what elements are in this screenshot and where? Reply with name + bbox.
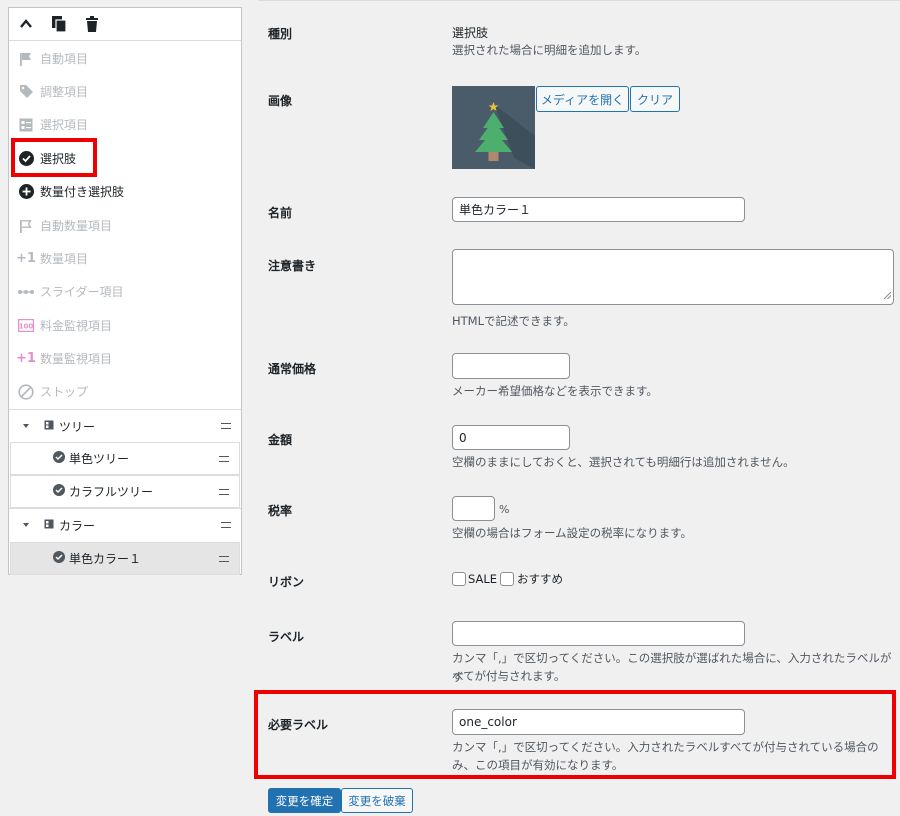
trash-icon[interactable]	[85, 16, 99, 32]
palette-item-label: ストップ	[40, 385, 89, 399]
image-label: 画像	[268, 94, 293, 108]
caret-down-icon[interactable]	[23, 523, 29, 527]
tree-group-label: カラー	[59, 518, 96, 533]
tree-item-label: 単色カラー１	[69, 552, 142, 566]
tag-description-line2: べてが付与されます。	[452, 669, 566, 683]
highlight-box-required-label	[254, 690, 896, 779]
tree-item-colorful-tree[interactable]: カラフルツリー	[10, 475, 240, 508]
palette-item-slider[interactable]: スライダー項目	[9, 275, 241, 308]
group-icon	[44, 518, 54, 532]
palette-item-label: スライダー項目	[40, 285, 124, 299]
regular-price-description: メーカー希望価格などを表示できます。	[452, 384, 658, 398]
tax-input[interactable]	[452, 496, 495, 521]
amount-description: 空欄のままにしておくと、選択されても明細行は追加されません。	[452, 455, 795, 469]
type-value: 選択肢	[452, 26, 489, 40]
counter-icon: 100	[18, 318, 34, 334]
discard-changes-button[interactable]: 変更を破棄	[341, 788, 413, 813]
resize-grip-icon[interactable]	[883, 288, 892, 302]
tree-item-label: 単色ツリー	[69, 452, 130, 466]
palette-item-label: 自動数量項目	[40, 219, 113, 233]
amount-label: 金額	[268, 433, 293, 447]
check-circle-icon	[53, 451, 65, 466]
tag-label: ラベル	[268, 630, 305, 644]
clear-image-button[interactable]: クリア	[630, 86, 680, 112]
image-thumbnail[interactable]	[452, 86, 535, 169]
palette-item-label: 料金監視項目	[40, 319, 113, 333]
palette-item-auto-quantity[interactable]: 自動数量項目	[9, 209, 241, 242]
note-textarea[interactable]	[452, 249, 894, 305]
panel-toolbar	[9, 8, 241, 41]
tag-input[interactable]	[452, 621, 745, 646]
slider-icon	[18, 284, 34, 300]
palette-item-auto[interactable]: 自動項目	[9, 42, 241, 75]
tag-icon	[18, 84, 34, 100]
palette-item-label: 自動項目	[40, 52, 89, 66]
stop-icon	[18, 383, 34, 400]
tree-item-single-tree[interactable]: 単色ツリー	[10, 442, 240, 475]
check-circle-icon	[53, 551, 65, 566]
plus-circle-icon	[18, 184, 34, 200]
tree-item-single-color[interactable]: 単色カラー１	[10, 542, 240, 575]
open-media-button[interactable]: メディアを開く	[536, 86, 629, 112]
drag-handle-icon[interactable]	[219, 489, 229, 495]
tax-description: 空欄の場合はフォーム設定の税率になります。	[452, 526, 693, 540]
palette-item-quantity-choice[interactable]: 数量付き選択肢	[9, 175, 241, 208]
svg-text:100: 100	[19, 323, 34, 331]
palette-item-label: 選択項目	[40, 118, 89, 132]
highlight-box-choice	[11, 138, 97, 177]
top-divider	[258, 0, 900, 1]
palette-item-select[interactable]: 選択項目	[9, 108, 241, 141]
ribbon-sale-label: SALE	[468, 572, 498, 586]
flag-icon	[18, 51, 34, 67]
tree-group-color[interactable]: カラー	[9, 508, 241, 541]
palette-item-label: 数量項目	[40, 252, 89, 266]
check-circle-icon	[53, 484, 65, 499]
list-icon	[18, 117, 34, 133]
note-description: HTMLで記述できます。	[452, 314, 575, 328]
note-label: 注意書き	[268, 259, 317, 273]
duplicate-icon[interactable]	[51, 15, 67, 33]
plus-one-icon: +1	[16, 251, 36, 266]
palette-item-label: 数量監視項目	[40, 352, 113, 366]
drag-handle-icon[interactable]	[221, 423, 231, 429]
ribbon-recommend-checkbox[interactable]	[500, 572, 514, 586]
tax-label: 税率	[268, 504, 293, 518]
chevron-up-icon[interactable]	[19, 17, 33, 31]
item-palette-panel: 自動項目 調整項目 選択項目 選択肢 数量付き選択肢 自動数量項目 +1 数量項…	[8, 7, 242, 575]
palette-item-quantity[interactable]: +1 数量項目	[9, 242, 241, 275]
drag-handle-icon[interactable]	[219, 556, 229, 562]
palette-item-price-watch[interactable]: 100 料金監視項目	[9, 309, 241, 342]
type-label: 種別	[268, 27, 293, 41]
amount-input[interactable]: 0	[452, 425, 570, 450]
group-icon	[44, 419, 54, 433]
type-description: 選択された場合に明細を追加します。	[452, 43, 647, 57]
palette-item-label: 調整項目	[40, 85, 89, 99]
palette-item-label: 数量付き選択肢	[40, 185, 125, 199]
ribbon-recommend-label: おすすめ	[517, 572, 563, 586]
plus-one-icon: +1	[16, 351, 36, 366]
name-label: 名前	[268, 206, 293, 220]
drag-handle-icon[interactable]	[219, 456, 229, 462]
caret-down-icon[interactable]	[23, 424, 29, 428]
confirm-changes-button[interactable]: 変更を確定	[268, 788, 341, 813]
ribbon-sale-checkbox[interactable]	[452, 572, 466, 586]
regular-price-label: 通常価格	[268, 362, 317, 376]
palette-item-stop[interactable]: ストップ	[9, 375, 241, 408]
ribbon-label: リボン	[268, 575, 305, 589]
flag-outline-icon	[18, 218, 34, 234]
drag-handle-icon[interactable]	[221, 522, 231, 528]
tree-group-label: ツリー	[59, 419, 96, 434]
tree-group-tree[interactable]: ツリー	[9, 409, 241, 442]
palette-item-adjust[interactable]: 調整項目	[9, 75, 241, 108]
name-input[interactable]: 単色カラー１	[452, 197, 745, 222]
palette-item-quantity-watch[interactable]: +1 数量監視項目	[9, 342, 241, 375]
tree-item-label: カラフルツリー	[69, 485, 154, 499]
tax-unit: %	[499, 503, 510, 516]
regular-price-input[interactable]	[452, 353, 570, 379]
